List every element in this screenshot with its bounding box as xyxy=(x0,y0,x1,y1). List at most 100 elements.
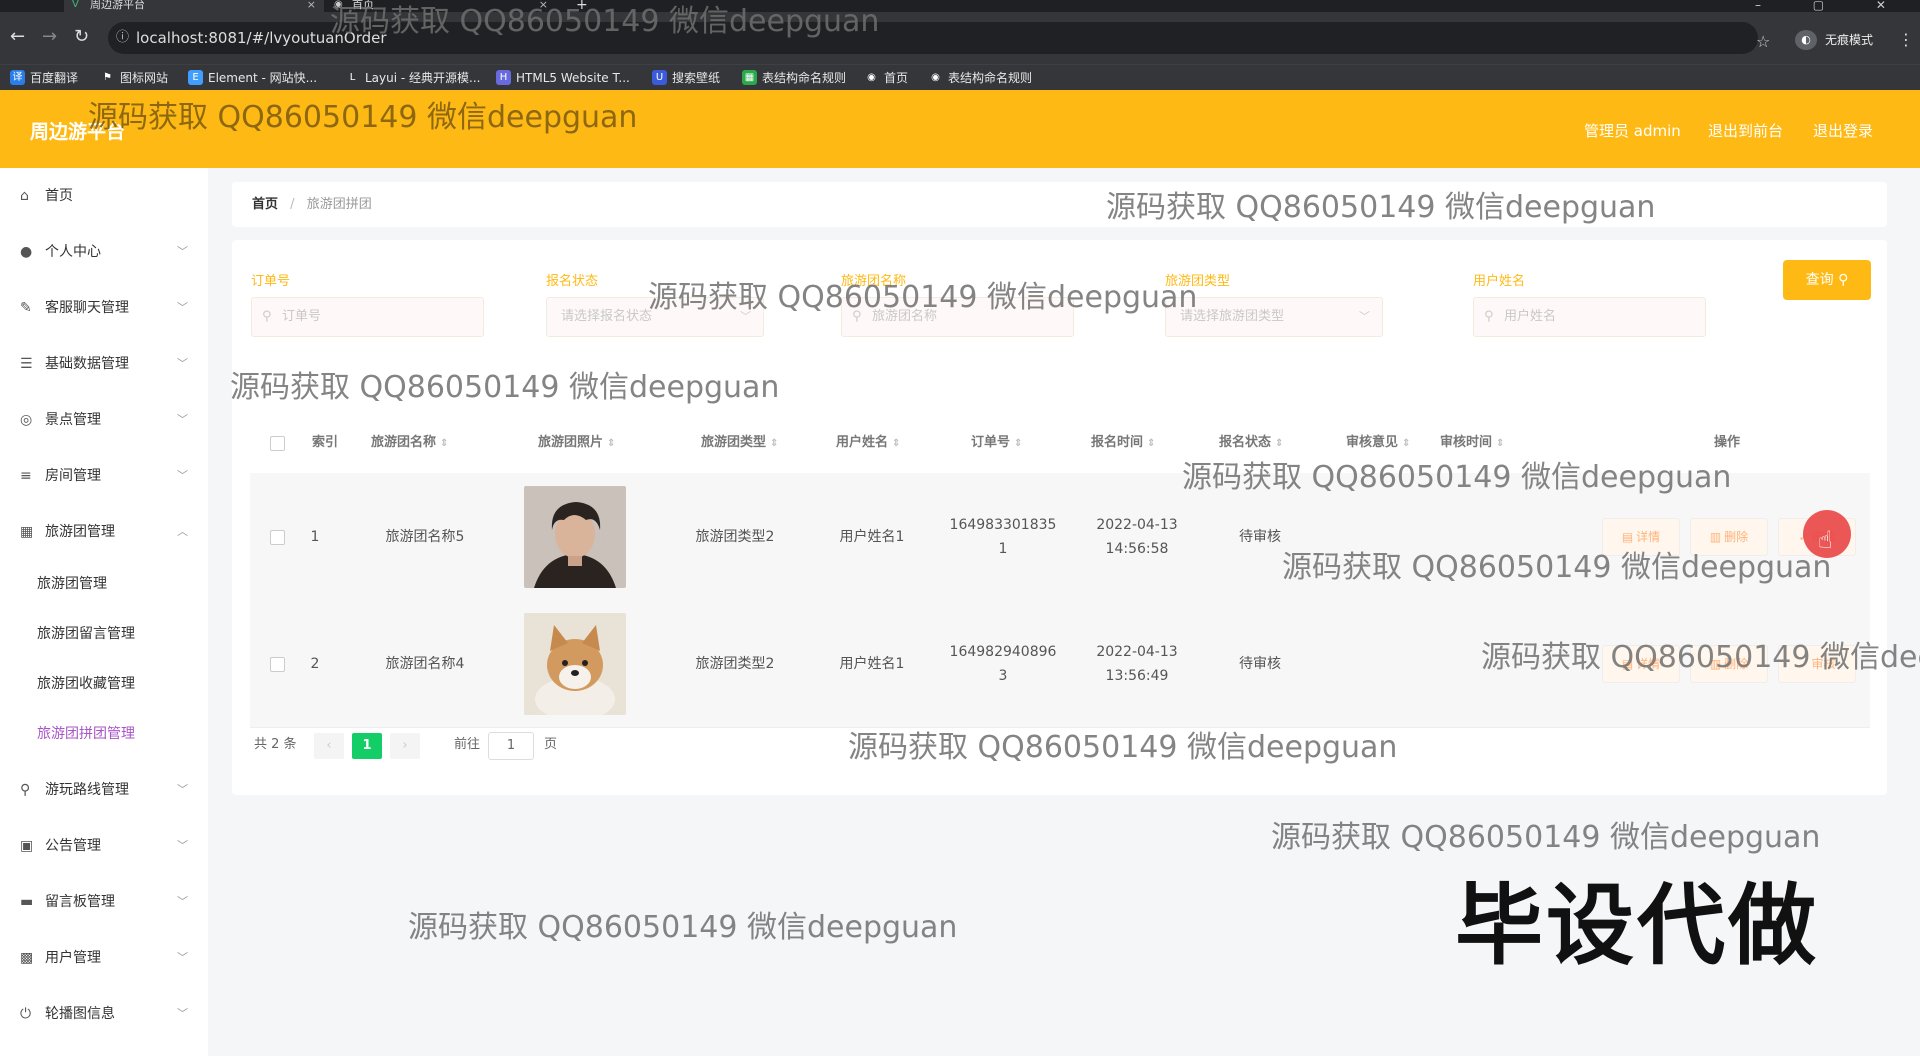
cell-signup-time: 2022-04-13 14:56:58 xyxy=(1096,517,1178,557)
goto-page-input[interactable]: 1 xyxy=(488,732,534,760)
sidebar-item-chat[interactable]: ✎ 客服聊天管理 ﹀ xyxy=(0,288,208,328)
sidebar-sub-tour-group[interactable]: 旅游团管理 xyxy=(0,566,208,602)
address-bar: ← → ↻ ⓘ localhost:8081/#/lvyoutuanOrder … xyxy=(0,12,1920,64)
list-icon: ☰ xyxy=(20,356,33,372)
browser-tab-active[interactable]: V 周边游平台 × xyxy=(64,0,324,12)
next-page-button[interactable]: › xyxy=(390,733,420,759)
watermark-text: 源码获取 QQ86050149 微信deepguan xyxy=(648,280,1198,315)
close-icon[interactable]: × xyxy=(307,0,316,10)
group-photo-person xyxy=(524,486,626,588)
query-button[interactable]: 查询 ⚲ xyxy=(1783,260,1871,300)
column-header-sortable[interactable]: 旅游团类型 ⇕ xyxy=(701,418,778,468)
chevron-down-icon: ﹀ xyxy=(177,839,188,852)
column-header-sortable[interactable]: 订单号 ⇕ xyxy=(971,418,1022,468)
bookmark-item[interactable]: 译百度翻译 xyxy=(10,69,78,87)
sidebar-sub-tour-messages[interactable]: 旅游团留言管理 xyxy=(0,616,208,652)
vue-icon: V xyxy=(72,0,79,10)
back-to-front-link[interactable]: 退出到前台 xyxy=(1708,120,1783,141)
more-icon[interactable]: ⋮ xyxy=(1898,30,1914,49)
group-photo-dog xyxy=(524,613,626,715)
sheet-icon: ▦ xyxy=(742,70,757,85)
order-no-input[interactable]: ⚲ 订单号 xyxy=(251,297,484,337)
sort-icon: ⇕ xyxy=(1147,438,1156,449)
window-controls[interactable]: – ▢ ✕ xyxy=(1755,0,1910,12)
sort-icon: ⇕ xyxy=(607,438,616,449)
breadcrumb-home[interactable]: 首页 xyxy=(252,197,278,212)
bookmark-item[interactable]: ◉ 表结构命名规则 xyxy=(928,69,1032,87)
bookmark-item[interactable]: E Element - 网站快... xyxy=(188,69,317,87)
html5-icon: H xyxy=(496,70,511,85)
notice-icon: ▣ xyxy=(20,838,34,854)
column-header-sortable[interactable]: 旅游团照片 ⇕ xyxy=(538,418,615,468)
sidebar-item-scenic[interactable]: ◎ 景点管理 ﹀ xyxy=(0,400,208,440)
sidebar-sub-tour-favorites[interactable]: 旅游团收藏管理 xyxy=(0,666,208,702)
forward-icon[interactable]: → xyxy=(42,26,57,47)
grid-icon: ▦ xyxy=(20,524,34,540)
pagination-total: 共 2 条 xyxy=(254,737,297,752)
cell-group-name: 旅游团名称5 xyxy=(385,529,465,545)
column-header-sortable[interactable]: 报名时间 ⇕ xyxy=(1091,418,1155,468)
bookmark-item[interactable]: L Layui - 经典开源模... xyxy=(345,69,481,87)
watermark-text: 源码获取 QQ86050149 微信deepguan xyxy=(230,370,780,405)
row-checkbox[interactable] xyxy=(270,530,285,545)
incognito-icon: ◐ xyxy=(1795,30,1817,50)
cell-order-no: 1649829408963 xyxy=(949,644,1057,684)
sidebar-item-routes[interactable]: ⚲ 游玩路线管理 ﹀ xyxy=(0,770,208,810)
edit-icon: ✎ xyxy=(20,300,32,316)
bookmark-item[interactable]: ⚑ 图标网站 xyxy=(100,69,168,87)
cell-photo xyxy=(520,473,630,601)
column-header-sortable[interactable]: 用户姓名 ⇕ xyxy=(836,418,900,468)
user-name-input[interactable]: ⚲ 用户姓名 xyxy=(1473,297,1706,337)
sidebar-sub-tour-groupbuy[interactable]: 旅游团拼团管理 xyxy=(0,716,208,752)
pin-icon: ⚲ xyxy=(20,782,31,798)
bookmark-item[interactable]: H HTML5 Website T... xyxy=(496,69,630,87)
admin-label: 管理员 admin xyxy=(1584,122,1681,140)
chevron-down-icon: ﹀ xyxy=(177,469,188,482)
select-all-checkbox[interactable] xyxy=(270,436,285,451)
cell-user-name: 用户姓名1 xyxy=(839,529,905,545)
bookmark-item[interactable]: U 搜索壁纸 xyxy=(652,69,720,87)
star-icon[interactable]: ☆ xyxy=(1756,32,1770,51)
cell-order-no: 1649833018351 xyxy=(949,517,1057,557)
element-icon: E xyxy=(188,70,203,85)
sidebar-item-message-board[interactable]: ▬ 留言板管理 ﹀ xyxy=(0,882,208,922)
cell-photo xyxy=(520,600,630,728)
group-type-select[interactable]: 请选择旅游团类型 ﹀ xyxy=(1165,297,1383,337)
breadcrumb-separator: / xyxy=(290,197,295,212)
sidebar-item-home[interactable]: ⌂ 首页 xyxy=(0,176,208,216)
hand-cursor-icon: ☝ xyxy=(1818,526,1833,554)
sidebar-item-carousel[interactable]: ⏻ 轮播图信息 ﹀ xyxy=(0,994,208,1034)
globe-icon: ◉ xyxy=(931,72,940,83)
watermark-text: 源码获取 QQ86050149 微信deepguan xyxy=(88,100,638,135)
prev-page-button[interactable]: ‹ xyxy=(314,733,344,759)
sort-icon: ⇕ xyxy=(770,438,779,449)
cell-index: 1 xyxy=(310,529,320,545)
chevron-down-icon: ﹀ xyxy=(177,413,188,426)
sidebar-item-rooms[interactable]: ≡ 房间管理 ﹀ xyxy=(0,456,208,496)
watermark-text: 源码获取 QQ86050149 微信deepguan xyxy=(1481,640,1920,675)
cell-user-name: 用户姓名1 xyxy=(839,656,905,672)
sidebar-item-notices[interactable]: ▣ 公告管理 ﹀ xyxy=(0,826,208,866)
sidebar-item-users[interactable]: ▩ 用户管理 ﹀ xyxy=(0,938,208,978)
search-icon: ⚲ xyxy=(1838,272,1849,288)
watermark-text: 源码获取 QQ86050149 微信deepguan xyxy=(408,910,958,945)
sidebar-item-tour-group[interactable]: ▦ 旅游团管理 ︿ xyxy=(0,512,208,552)
sidebar-item-basic-data[interactable]: ☰ 基础数据管理 ﹀ xyxy=(0,344,208,384)
reload-icon[interactable]: ↻ xyxy=(74,26,89,47)
layui-icon: L xyxy=(349,72,356,83)
bookmark-item[interactable]: ▦ 表结构命名规则 xyxy=(742,69,846,87)
page-number[interactable]: 1 xyxy=(352,733,382,759)
sidebar-item-profile[interactable]: ● 个人中心 ﹀ xyxy=(0,232,208,272)
wallpaper-icon: U xyxy=(652,70,667,85)
watermark-text: 源码获取 QQ86050149 微信deepguan xyxy=(1182,460,1732,495)
promo-text: 毕设代做 xyxy=(1455,874,1820,977)
back-icon[interactable]: ← xyxy=(10,26,25,47)
logout-link[interactable]: 退出登录 xyxy=(1813,120,1873,141)
bookmark-item[interactable]: ◉ 首页 xyxy=(864,69,908,87)
sort-icon: ⇕ xyxy=(1402,438,1411,449)
column-header-sortable[interactable]: 旅游团名称 ⇕ xyxy=(371,418,448,468)
search-icon: ⚲ xyxy=(1484,309,1494,324)
row-checkbox[interactable] xyxy=(270,657,285,672)
incognito-badge[interactable]: ◐ 无痕模式 xyxy=(1795,28,1873,52)
info-icon: ⓘ xyxy=(116,30,130,45)
